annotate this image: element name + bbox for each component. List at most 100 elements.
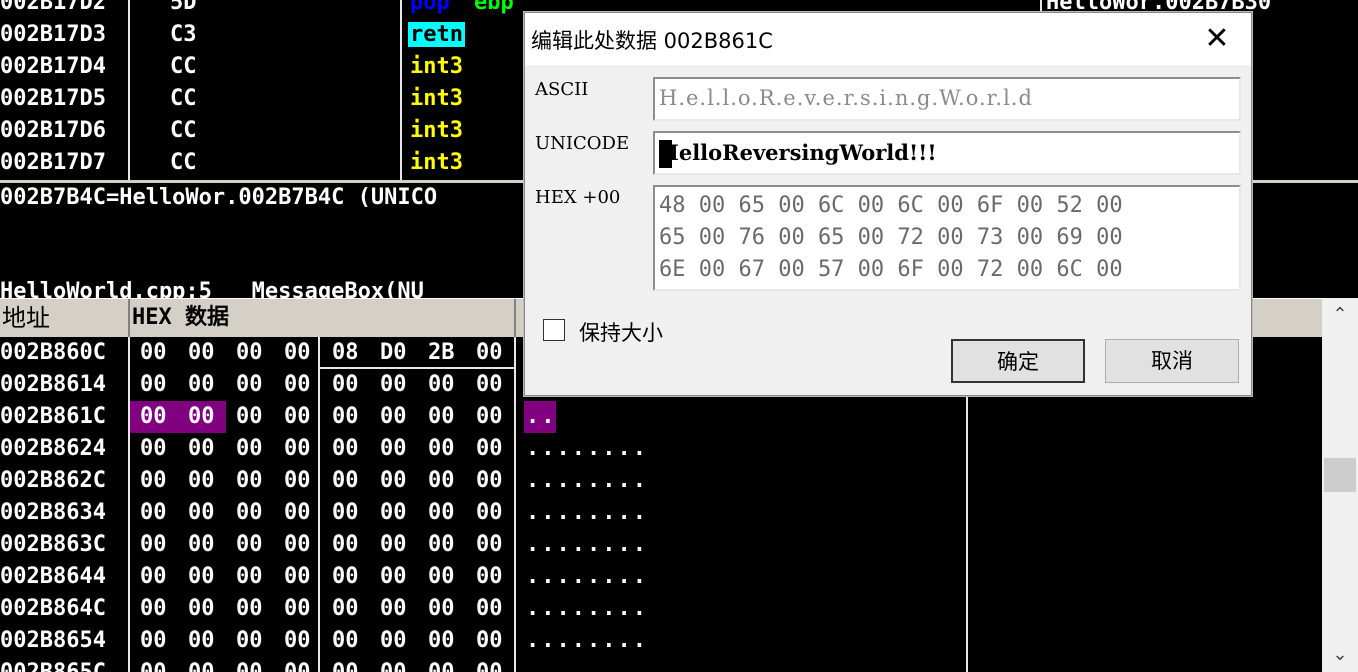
hex-byte[interactable]: 00 [428, 660, 455, 672]
hex-byte[interactable]: 00 [284, 564, 311, 589]
hex-byte[interactable]: 00 [284, 532, 311, 557]
dump-row[interactable]: 002B862C 00 00 00 00 00 00 00 00........ [0, 465, 1322, 497]
hex-byte[interactable]: 00 [284, 468, 311, 493]
hex-byte[interactable]: 00 [476, 596, 503, 621]
ascii-field[interactable]: H.e.l.l.o.R.e.v.e.r.s.i.n.g.W.o.r.l.d [653, 77, 1241, 121]
hex-byte[interactable]: 00 [140, 340, 167, 365]
hex-byte[interactable]: 00 [188, 372, 215, 397]
hex-byte[interactable]: 00 [236, 436, 263, 461]
hex-byte[interactable]: 00 [188, 436, 215, 461]
hex-byte[interactable]: 00 [476, 660, 503, 672]
hex-byte[interactable]: 00 [236, 532, 263, 557]
hex-byte[interactable]: 00 [332, 436, 359, 461]
hex-byte[interactable]: 00 [428, 404, 455, 429]
dump-row[interactable]: 002B8634 00 00 00 00 00 00 00 00........ [0, 497, 1322, 529]
hex-byte[interactable]: 00 [428, 564, 455, 589]
hex-byte[interactable]: 00 [476, 500, 503, 525]
hex-byte[interactable]: 00 [284, 500, 311, 525]
hex-byte[interactable]: 00 [332, 596, 359, 621]
keep-size-checkbox[interactable] [543, 319, 565, 341]
hex-byte[interactable]: 00 [428, 436, 455, 461]
header-address[interactable]: 地址 [0, 299, 130, 337]
hex-byte[interactable]: 00 [332, 628, 359, 653]
hex-byte[interactable]: 00 [236, 660, 263, 672]
dump-row[interactable]: 002B863C 00 00 00 00 00 00 00 00........ [0, 529, 1322, 561]
hex-byte[interactable]: 00 [140, 532, 167, 557]
hex-byte[interactable]: 2B [428, 340, 455, 365]
hex-byte[interactable]: 00 [284, 628, 311, 653]
hex-byte[interactable]: 00 [284, 596, 311, 621]
hex-byte[interactable]: 00 [380, 596, 407, 621]
hex-byte[interactable]: 00 [332, 468, 359, 493]
keep-size-label[interactable]: 保持大小 [579, 317, 663, 347]
hex-byte[interactable]: 00 [140, 500, 167, 525]
hex-byte[interactable]: 00 [188, 404, 215, 429]
hex-byte[interactable]: 00 [380, 372, 407, 397]
hex-byte[interactable]: 00 [428, 628, 455, 653]
dialog-titlebar[interactable]: 编辑此处数据 002B861C ✕ [525, 13, 1251, 65]
hex-byte[interactable]: 00 [188, 564, 215, 589]
hex-byte[interactable]: 00 [188, 468, 215, 493]
dump-row[interactable]: 002B8644 00 00 00 00 00 00 00 00........ [0, 561, 1322, 593]
hex-field[interactable]: 48 00 65 00 6C 00 6C 00 6F 00 52 00 65 0… [653, 185, 1241, 291]
hex-byte[interactable]: 00 [332, 372, 359, 397]
dump-row[interactable]: 002B8654 00 00 00 00 00 00 00 00........ [0, 625, 1322, 657]
hex-byte[interactable]: 00 [140, 596, 167, 621]
hex-byte[interactable]: 00 [428, 596, 455, 621]
hex-byte[interactable]: 00 [236, 596, 263, 621]
hex-byte[interactable]: 00 [476, 340, 503, 365]
hex-byte[interactable]: 00 [284, 372, 311, 397]
hex-byte[interactable]: 00 [380, 564, 407, 589]
dump-row[interactable]: 002B864C 00 00 00 00 00 00 00 00........ [0, 593, 1322, 625]
hex-byte[interactable]: 00 [476, 436, 503, 461]
ok-button[interactable]: 确定 [951, 339, 1085, 383]
hex-byte[interactable]: 00 [428, 500, 455, 525]
hex-byte[interactable]: 00 [188, 500, 215, 525]
scroll-down-icon[interactable]: ⌄ [1322, 638, 1358, 672]
hex-byte[interactable]: 00 [236, 404, 263, 429]
hex-byte[interactable]: 00 [476, 468, 503, 493]
header-hex-data[interactable]: HEX 数据 [130, 299, 516, 337]
hex-byte[interactable]: 00 [380, 628, 407, 653]
hex-byte[interactable]: 00 [284, 660, 311, 672]
hex-byte[interactable]: 08 [332, 340, 359, 365]
hex-byte[interactable]: 00 [188, 660, 215, 672]
hex-byte[interactable]: 00 [476, 564, 503, 589]
dump-row[interactable]: 002B865C 00 00 00 00 00 00 00 00 [0, 657, 1322, 672]
hex-byte[interactable]: 00 [476, 532, 503, 557]
hex-byte[interactable]: 00 [236, 500, 263, 525]
hex-byte[interactable]: 00 [188, 532, 215, 557]
hex-byte[interactable]: 00 [188, 340, 215, 365]
hex-byte[interactable]: 00 [332, 532, 359, 557]
hex-byte[interactable]: 00 [236, 340, 263, 365]
hex-byte[interactable]: 00 [380, 404, 407, 429]
hex-byte[interactable]: 00 [428, 532, 455, 557]
hex-byte[interactable]: 00 [428, 372, 455, 397]
hex-byte[interactable]: 00 [140, 372, 167, 397]
close-icon[interactable]: ✕ [1199, 19, 1235, 59]
scroll-thumb[interactable] [1324, 458, 1356, 492]
hex-byte[interactable]: 00 [380, 436, 407, 461]
scroll-up-icon[interactable]: ⌃ [1322, 298, 1358, 332]
hex-byte[interactable]: 00 [140, 660, 167, 672]
hex-byte[interactable]: 00 [380, 468, 407, 493]
hex-byte[interactable]: 00 [380, 500, 407, 525]
hex-byte[interactable]: 00 [188, 628, 215, 653]
hex-byte[interactable]: 00 [380, 660, 407, 672]
dump-row[interactable]: 002B861C 00 00 00 00 00 00 00 00.. [0, 401, 1322, 433]
hex-byte[interactable]: 00 [284, 404, 311, 429]
unicode-field[interactable]: HelloReversingWorld!!! [653, 131, 1241, 175]
hex-byte[interactable]: 00 [140, 436, 167, 461]
hex-byte[interactable]: D0 [380, 340, 407, 365]
hex-byte[interactable]: 00 [236, 468, 263, 493]
hex-byte[interactable]: 00 [140, 564, 167, 589]
hex-byte[interactable]: 00 [140, 628, 167, 653]
hex-byte[interactable]: 00 [332, 660, 359, 672]
hex-byte[interactable]: 00 [476, 404, 503, 429]
hex-byte[interactable]: 00 [284, 340, 311, 365]
hex-byte[interactable]: 00 [332, 564, 359, 589]
hex-byte[interactable]: 00 [476, 372, 503, 397]
dump-row[interactable]: 002B8624 00 00 00 00 00 00 00 00........ [0, 433, 1322, 465]
cancel-button[interactable]: 取消 [1105, 339, 1239, 383]
hex-byte[interactable]: 00 [140, 404, 167, 429]
